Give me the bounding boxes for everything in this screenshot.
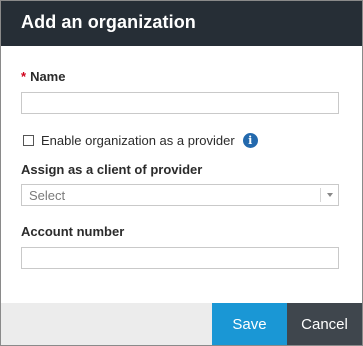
assign-client-select[interactable]: Select <box>21 184 339 206</box>
save-button[interactable]: Save <box>212 303 287 345</box>
assign-client-selected-value: Select <box>29 188 66 203</box>
assign-client-label: Assign as a client of provider <box>21 162 203 177</box>
dialog-footer: Save Cancel <box>1 303 362 345</box>
enable-provider-checkbox[interactable] <box>23 134 34 146</box>
cancel-button[interactable]: Cancel <box>287 303 362 345</box>
add-organization-dialog: Add an organization * Name Enable organiz… <box>0 0 363 346</box>
enable-provider-row: Enable organization as a provider i <box>23 132 258 148</box>
info-icon[interactable]: i <box>242 132 258 148</box>
dialog-header: Add an organization <box>1 1 362 46</box>
enable-provider-label[interactable]: Enable organization as a provider <box>41 133 235 148</box>
account-number-input[interactable] <box>21 247 339 269</box>
name-input[interactable] <box>21 92 339 114</box>
chevron-down-icon[interactable] <box>327 193 333 197</box>
account-number-label: Account number <box>21 224 125 239</box>
select-divider <box>320 188 321 202</box>
name-label-text: Name <box>30 69 66 84</box>
name-label: * Name <box>21 69 65 84</box>
dialog-title: Add an organization <box>21 12 196 32</box>
required-marker: * <box>21 69 27 84</box>
